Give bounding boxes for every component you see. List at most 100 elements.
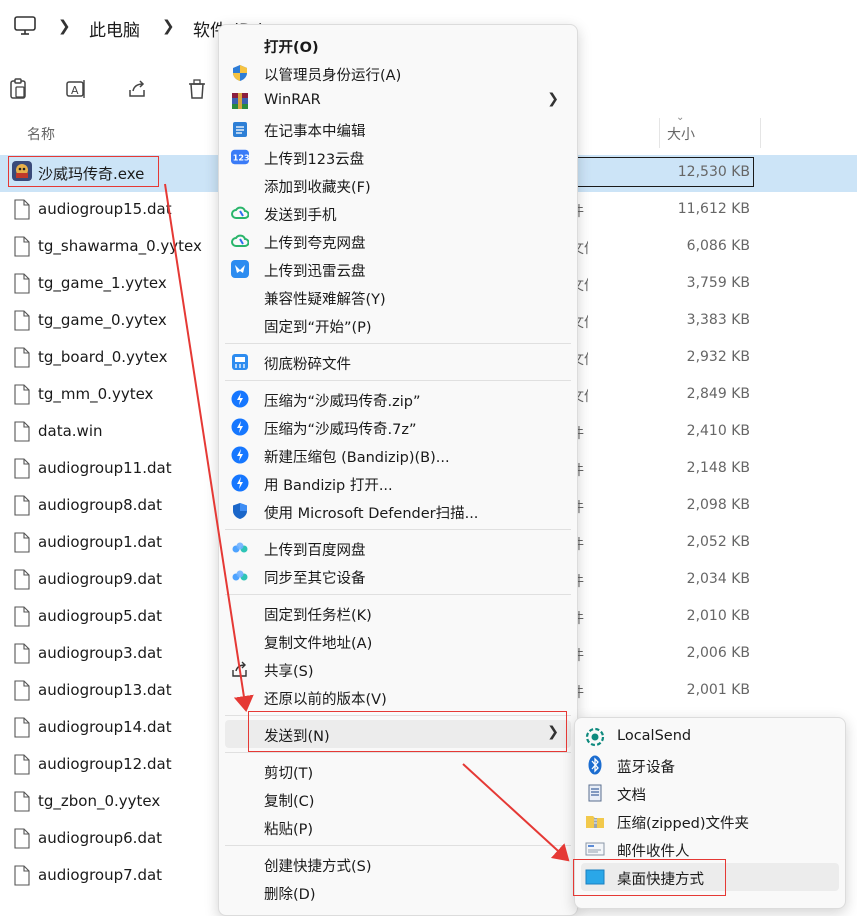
bandizip-icon xyxy=(231,474,249,492)
menu-separator xyxy=(225,594,571,595)
menu-item-restore-versions[interactable]: 还原以前的版本(V) xyxy=(225,683,571,711)
menu-label: 新建压缩包 (Bandizip)(B)... xyxy=(264,450,450,466)
menu-separator xyxy=(225,343,571,344)
menu-item-run-as-admin[interactable]: 以管理员身份运行(A) xyxy=(225,59,571,87)
menu-item-pin-start[interactable]: 固定到“开始”(P) xyxy=(225,311,571,339)
menu-item-open-bandizip[interactable]: 用 Bandizip 打开... xyxy=(225,469,571,497)
menu-item-copy[interactable]: 复制(C) xyxy=(225,785,571,813)
menu-item-winrar[interactable]: WinRAR ❯ xyxy=(225,87,571,115)
menu-label: 用 Bandizip 打开... xyxy=(264,478,393,494)
menu-item-upload-quark[interactable]: 上传到夸克网盘 xyxy=(225,227,571,255)
cloud-123-icon: 123 xyxy=(231,148,249,166)
menu-item-cut[interactable]: 剪切(T) xyxy=(225,757,571,785)
file-name: tg_zbon_0.yytex xyxy=(38,792,161,810)
file-icon xyxy=(14,717,30,738)
menu-item-upload-xunlei[interactable]: 上传到迅雷云盘 xyxy=(225,255,571,283)
menu-item-pin-taskbar[interactable]: 固定到任务栏(K) xyxy=(225,599,571,627)
column-size-header[interactable]: 大小 xyxy=(667,124,695,144)
menu-label: 打开(O) xyxy=(264,40,319,56)
menu-label: 删除(D) xyxy=(264,887,316,903)
menu-label: 兼容性疑难解答(Y) xyxy=(264,292,386,308)
file-name: data.win xyxy=(38,422,103,440)
file-icon xyxy=(14,347,30,368)
menu-label: 压缩为“沙威玛传奇.7z” xyxy=(264,422,417,438)
file-size: 2,410 KB xyxy=(686,423,750,439)
paste-icon[interactable] xyxy=(5,76,31,102)
file-name: tg_game_1.yytex xyxy=(38,274,167,292)
file-name: audiogroup7.dat xyxy=(38,866,163,884)
file-icon xyxy=(14,606,30,627)
rename-icon[interactable]: A xyxy=(63,76,89,102)
file-name: tg_game_0.yytex xyxy=(38,311,167,329)
selection-focus-box xyxy=(574,157,754,187)
menu-label: 创建快捷方式(S) xyxy=(264,859,372,875)
column-name-header[interactable]: 名称 xyxy=(27,124,55,144)
menu-label: 共享(S) xyxy=(264,664,314,680)
file-icon xyxy=(14,273,30,294)
winrar-icon xyxy=(231,92,249,110)
file-size: 2,010 KB xyxy=(686,608,750,624)
menu-label: 使用 Microsoft Defender扫描... xyxy=(264,506,479,522)
menu-label: 固定到任务栏(K) xyxy=(264,608,372,624)
file-name: audiogroup14.dat xyxy=(38,718,172,736)
file-name: tg_board_0.yytex xyxy=(38,348,168,366)
file-icon xyxy=(14,569,30,590)
menu-label: 复制(C) xyxy=(264,794,315,810)
file-icon xyxy=(14,865,30,886)
menu-label: 发送到手机 xyxy=(264,208,337,224)
menu-item-paste[interactable]: 粘贴(P) xyxy=(225,813,571,841)
annotation-box-desktop-shortcut xyxy=(573,859,726,896)
menu-item-send-to-phone[interactable]: 发送到手机 xyxy=(225,199,571,227)
menu-item-new-archive[interactable]: 新建压缩包 (Bandizip)(B)... xyxy=(225,441,571,469)
quark-cloud-icon xyxy=(231,232,249,250)
share-icon[interactable] xyxy=(124,76,150,102)
file-size: 2,932 KB xyxy=(686,349,750,365)
menu-item-7z-to[interactable]: 压缩为“沙威玛传奇.7z” xyxy=(225,413,571,441)
menu-label: 彻底粉碎文件 xyxy=(264,357,351,373)
file-icon xyxy=(14,458,30,479)
column-divider[interactable] xyxy=(659,118,660,148)
submenu-item-localsend[interactable]: LocalSend xyxy=(581,723,839,751)
uac-shield-icon xyxy=(231,64,249,82)
menu-item-create-shortcut[interactable]: 创建快捷方式(S) xyxy=(225,850,571,878)
menu-item-shred[interactable]: 彻底粉碎文件 xyxy=(225,348,571,376)
file-icon xyxy=(14,236,30,257)
shredder-icon xyxy=(231,353,249,371)
menu-item-defender-scan[interactable]: 使用 Microsoft Defender扫描... xyxy=(225,497,571,525)
annotation-box-send-to xyxy=(248,711,567,752)
file-size: 2,001 KB xyxy=(686,682,750,698)
breadcrumb-this-pc[interactable]: 此电脑 xyxy=(89,16,140,41)
menu-item-notepad-edit[interactable]: 在记事本中编辑 xyxy=(225,115,571,143)
menu-label: WinRAR xyxy=(264,92,321,108)
file-size: 2,849 KB xyxy=(686,386,750,402)
bluetooth-icon xyxy=(585,755,605,775)
menu-item-copy-path[interactable]: 复制文件地址(A) xyxy=(225,627,571,655)
menu-item-upload-baidu[interactable]: 上传到百度网盘 xyxy=(225,534,571,562)
submenu-item-documents[interactable]: 文档 xyxy=(581,779,839,807)
file-icon xyxy=(14,680,30,701)
menu-label: 添加到收藏夹(F) xyxy=(264,180,371,196)
menu-label: 上传到迅雷云盘 xyxy=(264,264,366,280)
menu-item-share[interactable]: 共享(S) xyxy=(225,655,571,683)
file-size: 3,759 KB xyxy=(686,275,750,291)
column-divider[interactable] xyxy=(760,118,761,148)
breadcrumb-chevron-icon: ❯ xyxy=(58,17,71,35)
context-menu: 打开(O) 以管理员身份运行(A) WinRAR ❯ 在记事本中编辑 123 上… xyxy=(218,24,578,916)
submenu-label: LocalSend xyxy=(617,728,692,744)
delete-icon[interactable] xyxy=(184,76,210,102)
file-name: tg_mm_0.yytex xyxy=(38,385,154,403)
submenu-item-zipped-folder[interactable]: 压缩(zipped)文件夹 xyxy=(581,807,839,835)
menu-item-sync-devices[interactable]: 同步至其它设备 xyxy=(225,562,571,590)
menu-item-compat-troubleshoot[interactable]: 兼容性疑难解答(Y) xyxy=(225,283,571,311)
baidu-netdisk-icon xyxy=(231,539,249,557)
file-icon xyxy=(14,199,30,220)
bandizip-icon xyxy=(231,390,249,408)
submenu-item-bluetooth[interactable]: 蓝牙设备 xyxy=(581,751,839,779)
file-name: audiogroup15.dat xyxy=(38,200,172,218)
menu-label: 上传到百度网盘 xyxy=(264,543,366,559)
menu-item-add-favorites[interactable]: 添加到收藏夹(F) xyxy=(225,171,571,199)
this-pc-icon[interactable] xyxy=(14,16,36,36)
menu-item-open[interactable]: 打开(O) xyxy=(225,31,571,59)
menu-item-upload-123[interactable]: 123 上传到123云盘 xyxy=(225,143,571,171)
menu-item-zip-to[interactable]: 压缩为“沙威玛传奇.zip” xyxy=(225,385,571,413)
